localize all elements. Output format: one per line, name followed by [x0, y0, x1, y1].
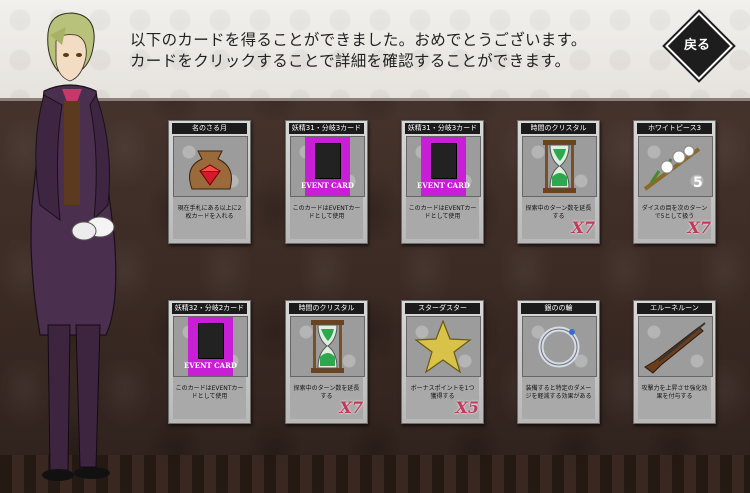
card-illustration [523, 137, 596, 196]
event-card-label: EVENT CARD [300, 181, 355, 190]
card-illustration [407, 317, 480, 376]
card-illustration [174, 137, 247, 196]
silver-ring-icon [522, 316, 597, 377]
event-card-icon: EVENT CARD [290, 136, 365, 197]
card-description-text: このカードはEVENTカードとして使用 [292, 205, 361, 220]
card-description: このカードはEVENTカードとして使用 [173, 377, 246, 419]
reward-card[interactable]: エルーネルーン攻撃力を上昇させ強化効果を付与する [633, 300, 716, 424]
card-quantity: X7 [339, 398, 363, 417]
event-card-art: EVENT CARD [417, 137, 470, 196]
back-button[interactable]: 戻る [665, 12, 733, 80]
card-title: ホワイトピース3 [637, 123, 712, 134]
reward-card[interactable]: ホワイトピース3 5 ダイスの目を次のターンで5として扱う X7 [633, 120, 716, 244]
card-title: スターダスター [405, 303, 480, 314]
reward-card[interactable]: 銀のの輪装備すると特定のダメージを軽減する効果がある [517, 300, 600, 424]
event-card-thumbnail [315, 143, 341, 179]
event-card-icon: EVENT CARD [406, 136, 481, 197]
card-illustration [523, 317, 596, 376]
card-description-text: 攻撃力を上昇させ強化効果を付与する [641, 385, 708, 400]
card-title: 銀のの輪 [521, 303, 596, 314]
card-description: このカードはEVENTカードとして使用 [290, 197, 363, 239]
card-description-text: このカードはEVENTカードとして使用 [175, 385, 244, 400]
card-description-text: 装備すると特定のダメージを軽減する効果がある [525, 385, 592, 400]
svg-text:5: 5 [693, 175, 703, 191]
reward-card[interactable]: 妖精32・分岐2カード EVENT CARD このカードはEVENTカードとして使用 [168, 300, 251, 424]
star-icon [406, 316, 481, 377]
card-title: 妖精32・分岐2カード [172, 303, 247, 314]
reward-message: 以下のカードを得ることができました。おめでとうございます。 カードをクリックする… [130, 30, 587, 72]
card-description-text: 現在手札にある以上に2枚カードを入れる [177, 205, 242, 220]
card-illustration: 5 [639, 137, 712, 196]
card-description-text: このカードはEVENTカードとして使用 [408, 205, 477, 220]
butler-character [30, 12, 117, 481]
hourglass-icon [522, 136, 597, 197]
event-card-thumbnail [198, 323, 224, 359]
hourglass-icon [290, 316, 365, 377]
message-line-2: カードをクリックすることで詳細を確認することができます。 [130, 52, 571, 70]
event-card-art: EVENT CARD [184, 317, 237, 376]
card-description: このカードはEVENTカードとして使用 [406, 197, 479, 239]
reward-card[interactable]: 時間のクリスタル 探索中のターン数を延長する X7 [285, 300, 368, 424]
card-description: 装備すると特定のダメージを軽減する効果がある [522, 377, 595, 419]
gem-bag-icon [173, 136, 248, 197]
event-card-label: EVENT CARD [416, 181, 471, 190]
white-flower-icon: 5 [638, 136, 713, 197]
reward-card[interactable]: 妖精31・分岐3カード EVENT CARD このカードはEVENTカードとして使用 [285, 120, 368, 244]
card-illustration [291, 317, 364, 376]
card-title: 時間のクリスタル [289, 303, 364, 314]
reward-card[interactable]: 名のさる月現在手札にある以上に2枚カードを入れる [168, 120, 251, 244]
event-card-label: EVENT CARD [183, 361, 238, 370]
card-quantity: X7 [571, 218, 595, 237]
reward-card[interactable]: 時間のクリスタル 探索中のターン数を延長する X7 [517, 120, 600, 244]
reward-card[interactable]: 妖精31・分岐3カード EVENT CARD このカードはEVENTカードとして使用 [401, 120, 484, 244]
card-description: 攻撃力を上昇させ強化効果を付与する [638, 377, 711, 419]
card-description: 現在手札にある以上に2枚カードを入れる [173, 197, 246, 239]
card-title: エルーネルーン [637, 303, 712, 314]
event-card-icon: EVENT CARD [173, 316, 248, 377]
card-title: 妖精31・分岐3カード [405, 123, 480, 134]
reward-card[interactable]: スターダスター ボーナスポイントを1つ獲得する X5 [401, 300, 484, 424]
card-quantity: X5 [455, 398, 479, 417]
rifle-icon [638, 316, 713, 377]
card-illustration [639, 317, 712, 376]
card-title: 名のさる月 [172, 123, 247, 134]
card-title: 時間のクリスタル [521, 123, 596, 134]
event-card-art: EVENT CARD [301, 137, 354, 196]
card-title: 妖精31・分岐3カード [289, 123, 364, 134]
back-button-label: 戻る [683, 38, 710, 53]
event-card-thumbnail [431, 143, 457, 179]
card-quantity: X7 [687, 218, 711, 237]
message-line-1: 以下のカードを得ることができました。おめでとうございます。 [130, 31, 587, 49]
